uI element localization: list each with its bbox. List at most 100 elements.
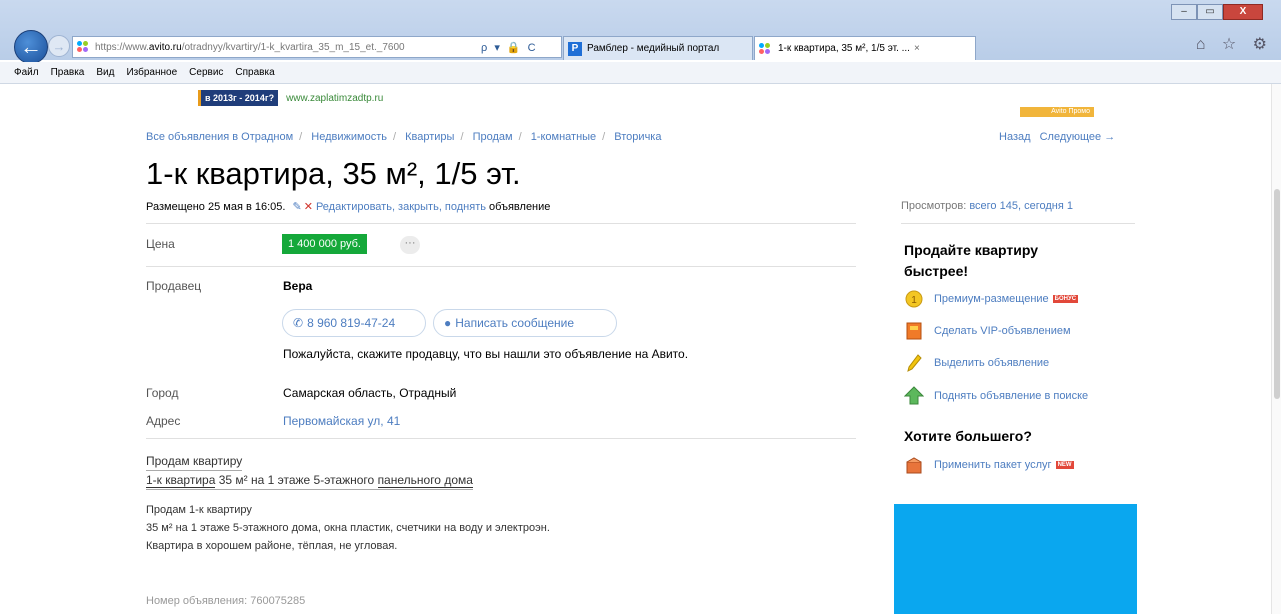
rambler-icon: Р xyxy=(568,41,582,56)
divider xyxy=(146,438,856,439)
menu-edit[interactable]: Правка xyxy=(51,67,85,78)
phone-button[interactable]: ✆ 8 960 819-47-24 xyxy=(282,309,426,337)
menu-file[interactable]: Файл xyxy=(14,67,39,78)
edit-suffix: объявление xyxy=(489,201,551,213)
address-link[interactable]: Первомайская ул, 41 xyxy=(283,414,400,428)
pager: Назад Следующее → xyxy=(999,131,1121,143)
menu-favorites[interactable]: Избранное xyxy=(126,67,177,78)
sidebar-item-premium[interactable]: 1 Премиум-размещение БОНУС xyxy=(904,288,1079,310)
sidebar-item-label: Выделить объявление xyxy=(934,357,1050,369)
price-badge: 1 400 000 руб. xyxy=(282,234,367,254)
price-label: Цена xyxy=(146,237,175,251)
lift-icon xyxy=(904,386,924,406)
scrollbar[interactable] xyxy=(1271,84,1281,614)
menu-bar: Файл Правка Вид Избранное Сервис Справка xyxy=(0,62,1281,84)
tab-label: 1-к квартира, 35 м², 1/5 эт. ... xyxy=(778,43,910,54)
scroll-thumb[interactable] xyxy=(1274,189,1280,399)
vip-icon xyxy=(904,321,924,341)
views-counter: Просмотров: всего 145, сегодня 1 xyxy=(901,200,1073,212)
message-label: Написать сообщение xyxy=(455,316,575,330)
sidebar-title: Продайте квартиру быстрее! xyxy=(904,242,1038,279)
premium-icon: 1 xyxy=(904,289,924,309)
page-content: в 2013г - 2014г? www.zaplatimzadtp.ru Av… xyxy=(0,84,1281,614)
delete-icon[interactable]: ✕ xyxy=(304,201,313,213)
avito-promo-badge[interactable]: Avito Промо xyxy=(1020,107,1094,117)
rooms-term: 1-к квартира xyxy=(146,473,216,488)
description-line: Квартира в хорошем районе, тёплая, не уг… xyxy=(146,540,398,552)
divider xyxy=(146,266,856,267)
sidebar-item-label: Премиум-размещение xyxy=(934,293,1049,305)
back-button[interactable]: ← xyxy=(14,30,48,64)
sidebar-title-more: Хотите большего? xyxy=(904,428,1032,444)
sidebar-item-vip[interactable]: Сделать VIP-объявлением xyxy=(904,320,1071,342)
phone-number: 8 960 819-47-24 xyxy=(307,316,396,330)
page-title: 1-к квартира, 35 м², 1/5 эт. xyxy=(146,156,521,191)
tab-avito[interactable]: 1-к квартира, 35 м², 1/5 эт. ... × xyxy=(754,36,976,60)
pencil-icon[interactable]: ✎ xyxy=(293,201,302,213)
city-value: Самарская область, Отрадный xyxy=(283,386,457,400)
ad-number: Номер объявления: 760075285 xyxy=(146,595,306,607)
views-label: Просмотров: xyxy=(901,200,967,212)
description-subheading: 1-к квартира 35 м² на 1 этаже 5-этажного… xyxy=(146,473,473,490)
breadcrumb: Все объявления в Отрадном / Недвижимость /… xyxy=(146,131,662,143)
desc-mid: 35 м² на 1 этаже 5-этажного xyxy=(215,473,378,487)
price-more-button[interactable]: ··· xyxy=(400,236,420,254)
package-icon xyxy=(904,455,924,475)
menu-help[interactable]: Справка xyxy=(235,67,274,78)
address-bar[interactable]: https://www.avito.ru/otradnyy/kvartiry/1… xyxy=(72,36,562,58)
description-line: Продам 1-к квартиру xyxy=(146,504,252,516)
site-favicon-icon xyxy=(77,41,91,53)
navigation-row: ← → https://www.avito.ru/otradnyy/kvarti… xyxy=(0,22,1281,64)
tab-label: Рамблер - медийный портал xyxy=(587,43,720,54)
seller-hint: Пожалуйста, скажите продавцу, что вы наш… xyxy=(283,347,689,361)
sidebar-item-lift[interactable]: Поднять объявление в поиске xyxy=(904,385,1088,407)
highlight-icon xyxy=(904,353,924,373)
next-link[interactable]: Следующее → xyxy=(1040,131,1116,143)
breadcrumb-item[interactable]: Все объявления в Отрадном xyxy=(146,131,293,143)
menu-tools[interactable]: Сервис xyxy=(189,67,223,78)
menu-view[interactable]: Вид xyxy=(96,67,114,78)
banner-badge[interactable]: в 2013г - 2014г? xyxy=(198,90,279,106)
banner-link[interactable]: www.zaplatimzadtp.ru xyxy=(286,93,383,104)
breadcrumb-item[interactable]: Вторичка xyxy=(614,131,661,143)
write-message-button[interactable]: ● Написать сообщение xyxy=(433,309,617,337)
sidebar-item-label: Применить пакет услуг xyxy=(934,459,1052,471)
sidebar-ad-block[interactable] xyxy=(894,504,1137,614)
seller-name: Вера xyxy=(283,279,313,293)
building-term: панельного дома xyxy=(377,473,473,488)
edit-links[interactable]: Редактировать, закрыть, поднять xyxy=(316,201,486,213)
window-controls: – ▭ X xyxy=(1171,4,1263,20)
close-tab-icon[interactable]: × xyxy=(914,43,920,54)
address-controls[interactable]: ρ ▾ 🔒 C xyxy=(481,41,538,54)
chat-bubble-icon: ● xyxy=(444,316,452,330)
maximize-button[interactable]: ▭ xyxy=(1197,4,1223,20)
top-banner[interactable]: в 2013г - 2014г? www.zaplatimzadtp.ru xyxy=(198,88,383,108)
minimize-button[interactable]: – xyxy=(1171,4,1197,20)
description-heading: Продам квартиру xyxy=(146,454,243,471)
divider xyxy=(146,223,856,224)
breadcrumb-item[interactable]: Квартиры xyxy=(405,131,454,143)
bonus-badge: БОНУС xyxy=(1052,295,1079,303)
sidebar-item-label: Сделать VIP-объявлением xyxy=(934,325,1071,337)
posted-info: Размещено 25 мая в 16:05. ✎ ✕ Редактироват… xyxy=(146,200,550,213)
phone-icon: ✆ xyxy=(293,316,304,330)
sidebar-item-package[interactable]: Применить пакет услуг NEW xyxy=(904,454,1074,476)
breadcrumb-item[interactable]: Недвижимость xyxy=(311,131,387,143)
views-value[interactable]: всего 145, сегодня 1 xyxy=(969,200,1073,212)
sidebar-item-label: Поднять объявление в поиске xyxy=(934,390,1089,402)
tab-rambler[interactable]: Р Рамблер - медийный портал xyxy=(563,36,753,60)
posted-date: Размещено 25 мая в 16:05. xyxy=(146,201,286,213)
avito-icon xyxy=(759,42,773,56)
breadcrumb-item[interactable]: Продам xyxy=(473,131,513,143)
svg-text:1: 1 xyxy=(911,295,917,306)
close-window-button[interactable]: X xyxy=(1223,4,1263,20)
toolbar-icons[interactable]: ⌂ ☆ ⚙ xyxy=(1196,34,1273,54)
sidebar-item-highlight[interactable]: Выделить объявление xyxy=(904,352,1049,374)
seller-label: Продавец xyxy=(146,279,202,293)
forward-button[interactable]: → xyxy=(48,35,70,57)
new-badge: NEW xyxy=(1055,461,1074,469)
description-line: 35 м² на 1 этаже 5-этажного дома, окна п… xyxy=(146,522,550,534)
prev-link[interactable]: Назад xyxy=(999,131,1031,143)
url-text[interactable]: https://www.avito.ru/otradnyy/kvartiry/1… xyxy=(95,42,475,53)
breadcrumb-item[interactable]: 1-комнатные xyxy=(531,131,596,143)
